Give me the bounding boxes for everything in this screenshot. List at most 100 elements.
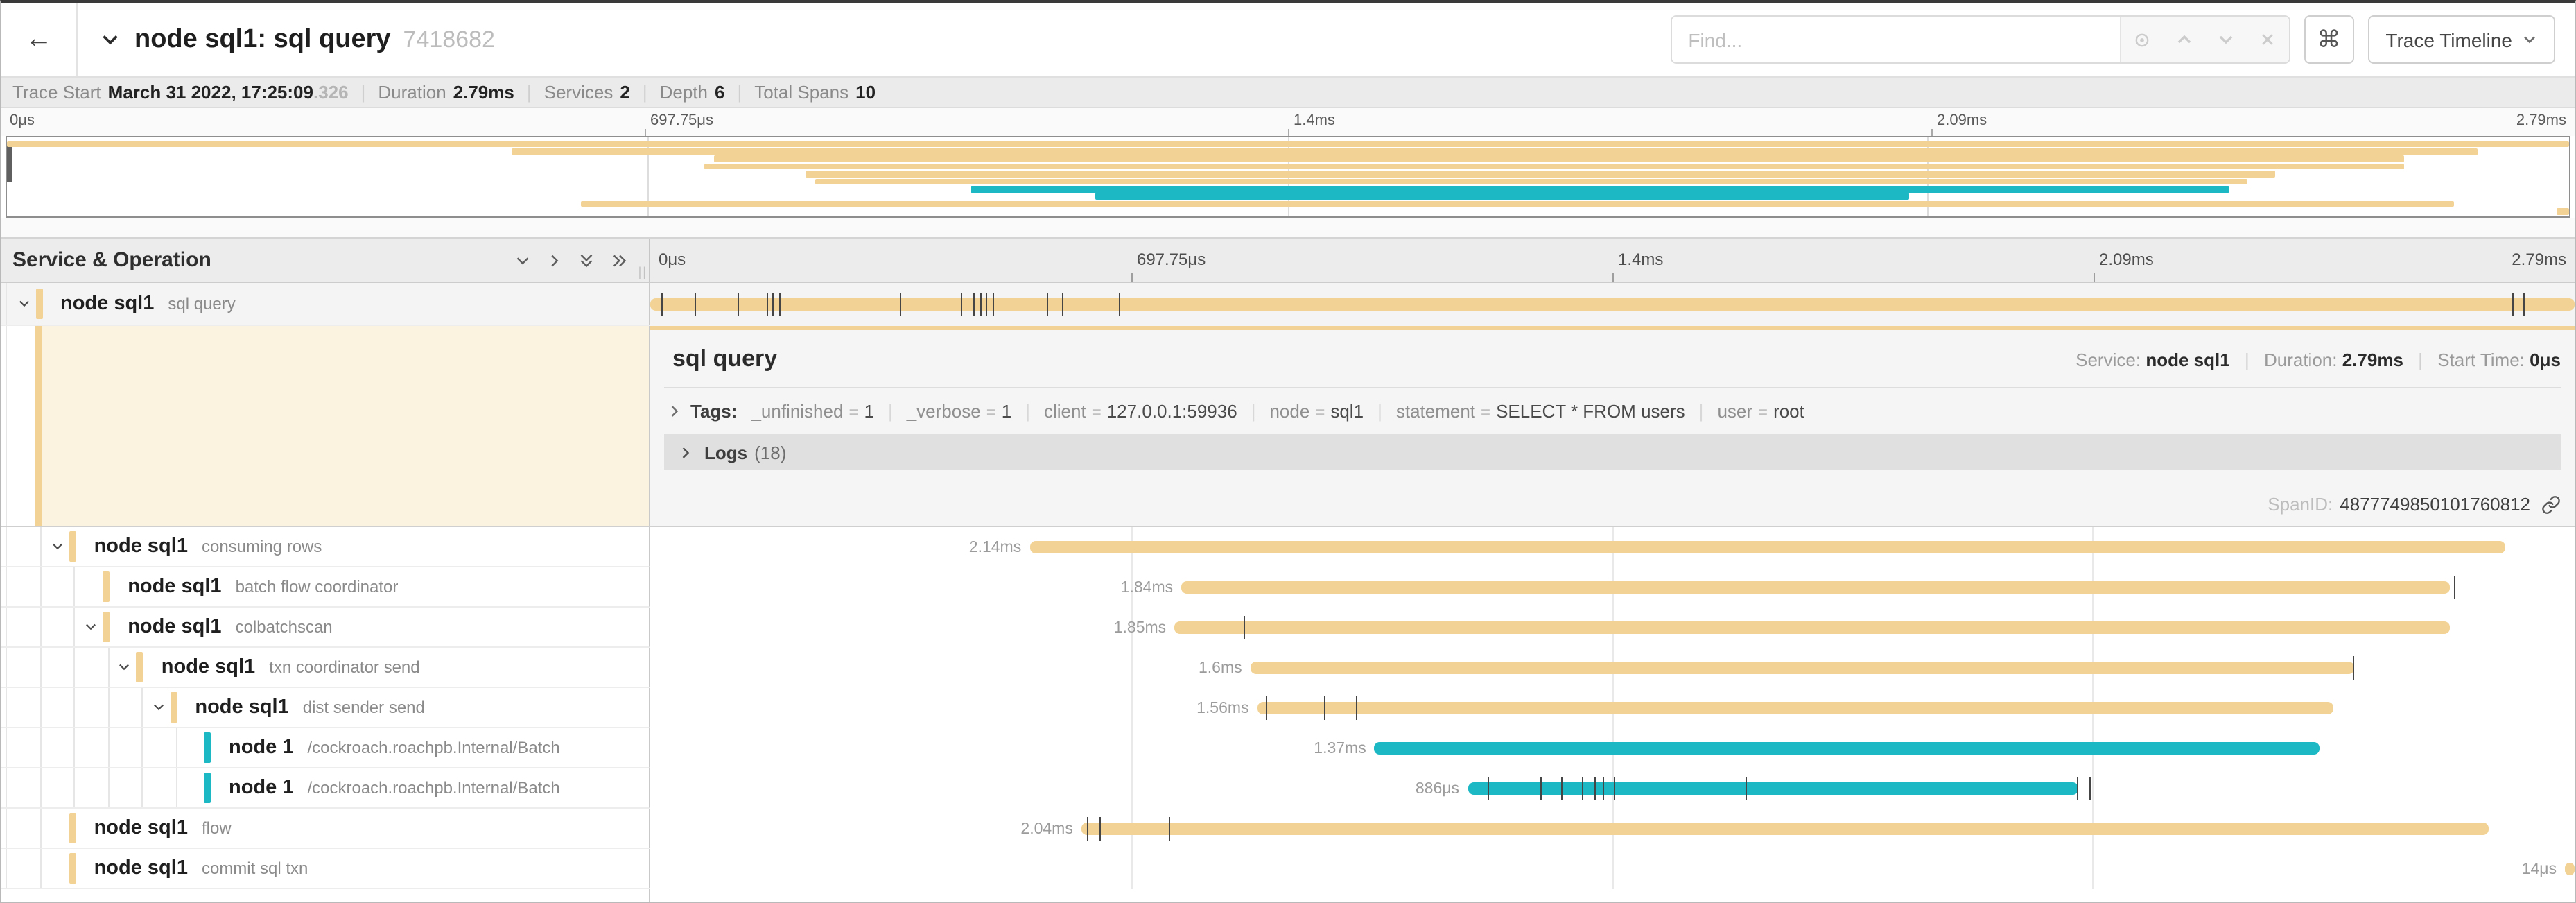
log-tick: [1169, 817, 1170, 841]
find-input[interactable]: [1671, 17, 2119, 62]
next-result-icon[interactable]: [2217, 31, 2235, 49]
log-tick: [993, 293, 994, 316]
span-bar[interactable]: [1257, 702, 2333, 714]
service-color-bar: [69, 854, 76, 884]
column-resizer-handle[interactable]: ||: [638, 265, 647, 279]
span-tree-cell[interactable]: node sql1colbatchscan: [1, 608, 650, 648]
find-group: [1670, 15, 2290, 64]
selected-span-color-bar: [35, 326, 42, 526]
selected-span-extent-bar: [650, 326, 2575, 330]
detail-start-value: 0μs: [2530, 350, 2561, 370]
span-tree-cell[interactable]: node sql1batch flow coordinator: [1, 567, 650, 608]
span-id-row: SpanID: 4877749850101760812: [2268, 494, 2561, 515]
service-color-bar: [69, 814, 76, 843]
span-timeline-cell[interactable]: 1.56ms: [650, 688, 2575, 728]
detail-span-meta: Service: node sql1 | Duration: 2.79ms | …: [2075, 350, 2561, 370]
expand-all-icon[interactable]: [610, 252, 629, 268]
span-row[interactable]: node 1/cockroach.roachpb.Internal/Batch8…: [1, 768, 2575, 809]
service-name: node sql1dist sender send: [195, 696, 425, 719]
span-tree-cell[interactable]: node sql1dist sender send: [1, 688, 650, 728]
span-tree-cell[interactable]: node 1/cockroach.roachpb.Internal/Batch: [1, 728, 650, 768]
span-row[interactable]: node sql1consuming rows 2.14ms: [1, 527, 2575, 567]
service-name: node sql1batch flow coordinator: [128, 576, 398, 598]
expand-one-icon[interactable]: [546, 252, 563, 268]
keyboard-shortcuts-button[interactable]: ⌘: [2304, 15, 2353, 64]
deep-link-icon[interactable]: [2541, 495, 2561, 514]
span-tree-cell[interactable]: node sql1consuming rows: [1, 527, 650, 567]
minimap-canvas[interactable]: [6, 136, 2570, 218]
span-bar[interactable]: [1251, 662, 2354, 674]
span-bar[interactable]: [1174, 621, 2451, 634]
span-bar[interactable]: [1181, 581, 2451, 594]
span-row[interactable]: node sql1dist sender send 1.56ms: [1, 688, 2575, 728]
span-tree-cell[interactable]: node sql1commit sql txn: [1, 849, 650, 889]
span-tree-cell[interactable]: node sql1sql query: [1, 283, 650, 326]
tags-accordion[interactable]: Tags: _unfinished=1|_verbose=1|client=12…: [661, 388, 2564, 422]
span-timeline-cell[interactable]: 886μs: [650, 768, 2575, 809]
span-tree-cell[interactable]: node sql1flow: [1, 809, 650, 849]
tags-label: Tags:: [690, 401, 737, 422]
row-chevron-down-icon[interactable]: [50, 539, 65, 554]
collapse-one-icon[interactable]: [514, 252, 531, 268]
log-tick: [737, 293, 738, 316]
span-bar[interactable]: [2565, 863, 2575, 875]
span-row[interactable]: node sql1flow2.04ms: [1, 809, 2575, 849]
total-spans-label: Total Spans: [754, 82, 848, 103]
span-bar[interactable]: [1468, 782, 2079, 795]
row-chevron-down-icon[interactable]: [16, 296, 31, 311]
span-timeline-cell[interactable]: 1.85ms: [650, 608, 2575, 648]
service-color-bar: [69, 532, 76, 562]
trace-view-selector[interactable]: Trace Timeline: [2367, 15, 2555, 64]
duration-label: 2.14ms: [969, 539, 1021, 556]
back-button[interactable]: ←: [1, 3, 78, 76]
span-timeline-cell[interactable]: 2.04ms: [650, 809, 2575, 849]
span-timeline-cell[interactable]: 1.6ms: [650, 648, 2575, 688]
span-timeline-cell[interactable]: 2.14ms: [650, 527, 2575, 567]
logs-label: Logs: [704, 442, 747, 463]
axis-label: 2.79ms: [2512, 250, 2566, 269]
span-bar[interactable]: [1081, 823, 2489, 835]
row-chevron-down-icon[interactable]: [150, 700, 166, 715]
collapse-title-chevron-down-icon[interactable]: [100, 29, 121, 50]
span-row[interactable]: node 1/cockroach.roachpb.Internal/Batch1…: [1, 728, 2575, 768]
span-row[interactable]: node sql1sql query: [1, 283, 2575, 326]
span-row[interactable]: node sql1batch flow coordinator 1.84ms: [1, 567, 2575, 608]
log-tick: [778, 293, 780, 316]
span-tree-cell[interactable]: node 1/cockroach.roachpb.Internal/Batch: [1, 768, 650, 809]
clear-search-icon[interactable]: [2259, 31, 2277, 49]
collapse-all-icon[interactable]: [578, 250, 595, 270]
duration-label: 14μs: [2522, 861, 2557, 877]
log-tick: [1046, 293, 1047, 316]
span-bar[interactable]: [650, 298, 2575, 311]
span-timeline-cell[interactable]: [650, 283, 2575, 326]
span-row[interactable]: node sql1colbatchscan1.85ms: [1, 608, 2575, 648]
log-tick: [2353, 656, 2354, 680]
service-color-bar: [204, 733, 211, 763]
log-tick: [1357, 696, 1358, 720]
screenshot-viewport: ← node sql1: sql query 7418682: [0, 0, 2576, 903]
span-timeline-cell[interactable]: 1.37ms: [650, 728, 2575, 768]
service-color-bar: [103, 572, 110, 602]
log-tick: [986, 293, 988, 316]
row-chevron-down-icon[interactable]: [83, 619, 98, 635]
prev-result-icon[interactable]: [2175, 31, 2193, 49]
mini-span-bar: [815, 178, 2248, 185]
tag-item: client=127.0.0.1:59936: [1044, 401, 1237, 422]
minimap-left-scrubber[interactable]: [7, 146, 12, 182]
span-tree-cell[interactable]: node sql1txn coordinator send: [1, 648, 650, 688]
tag-item: _verbose=1: [907, 401, 1011, 422]
mini-span-bar: [714, 156, 2404, 163]
span-bar[interactable]: [1375, 742, 2320, 755]
row-chevron-down-icon[interactable]: [117, 660, 132, 675]
span-timeline-cell[interactable]: 1.84ms: [650, 567, 2575, 608]
logs-accordion[interactable]: Logs (18): [664, 434, 2561, 470]
trace-title-group[interactable]: node sql1: sql query 7418682: [78, 24, 1670, 55]
log-tick: [2454, 576, 2455, 599]
log-tick: [1488, 777, 1489, 800]
mini-span-bar: [705, 163, 2404, 170]
span-row[interactable]: node sql1commit sql txn 14μs: [1, 849, 2575, 889]
span-row[interactable]: node sql1txn coordinator send1.6ms: [1, 648, 2575, 688]
match-highlight-icon[interactable]: [2132, 30, 2152, 49]
span-timeline-cell[interactable]: 14μs: [650, 849, 2575, 889]
span-bar[interactable]: [1029, 541, 2505, 553]
